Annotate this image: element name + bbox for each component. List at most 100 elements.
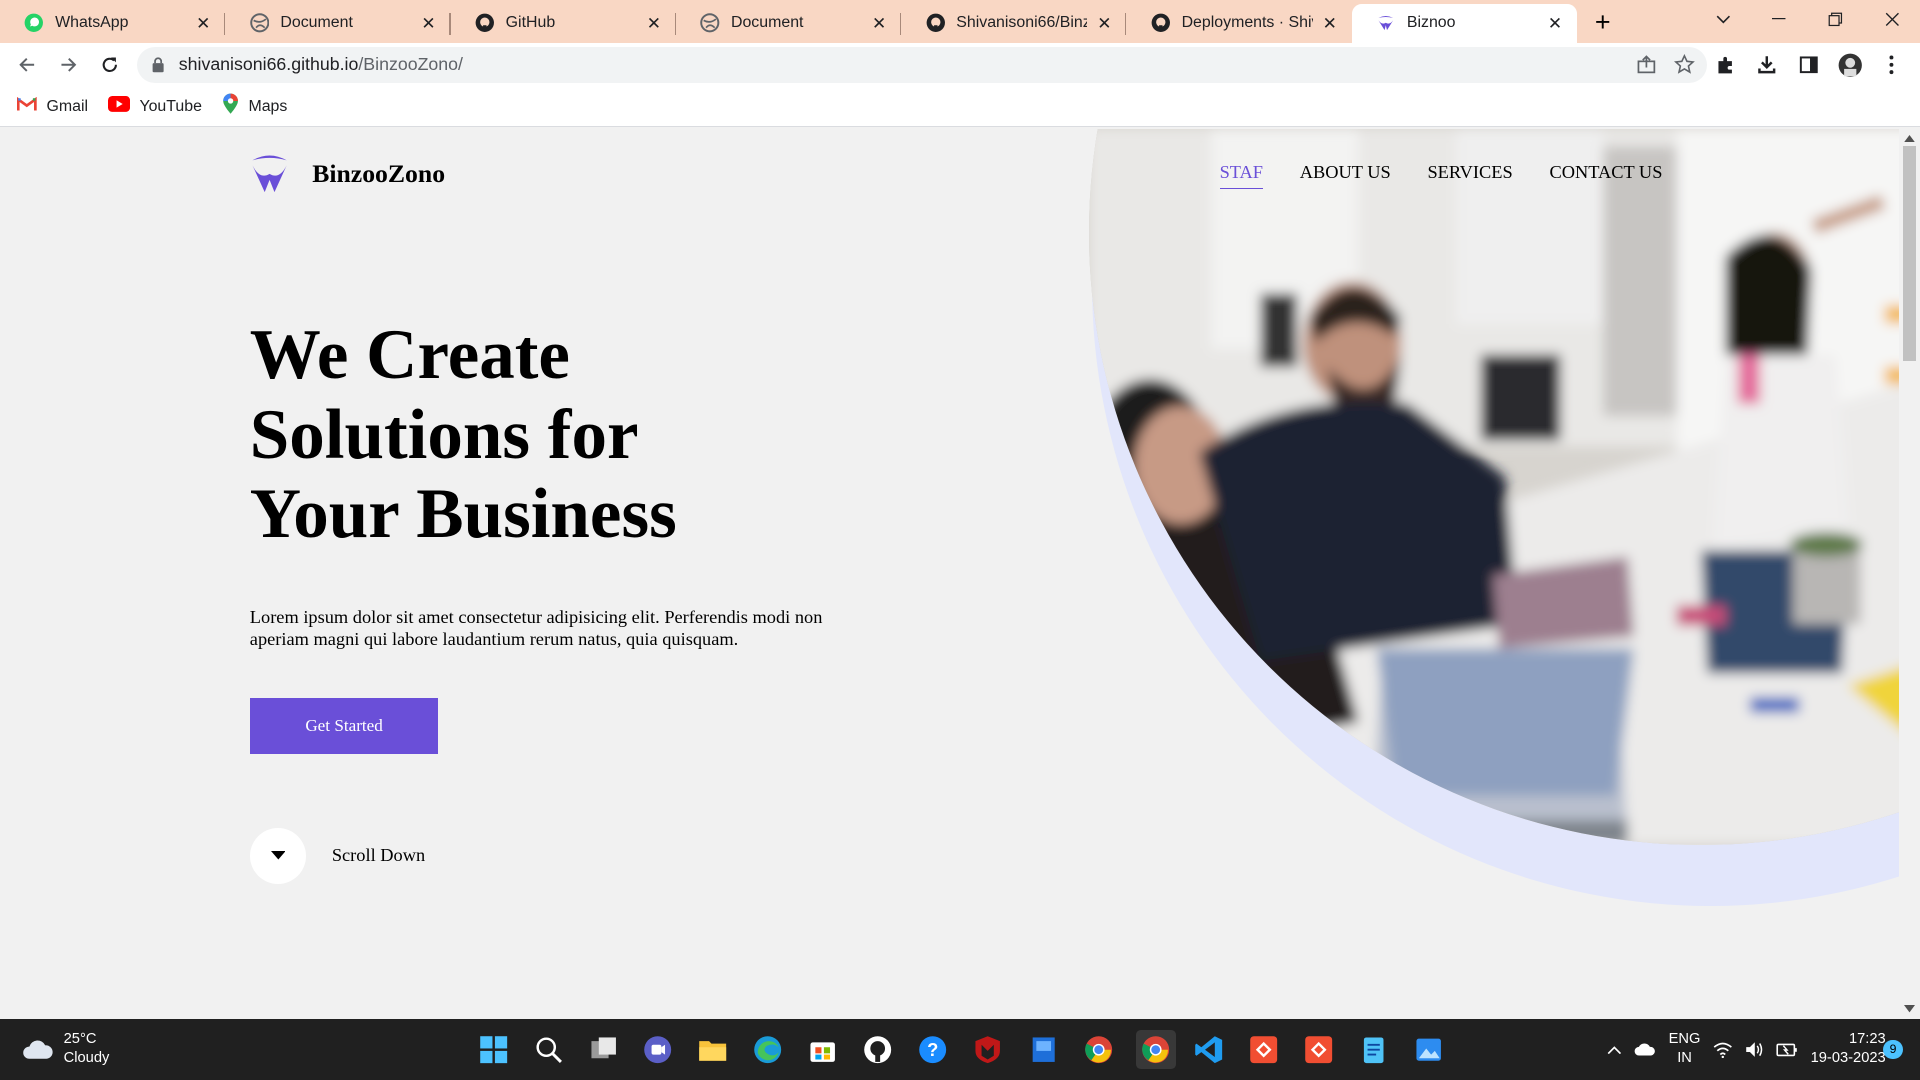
teams-chat-icon[interactable] [640, 1032, 674, 1066]
bookmark-label: Maps [248, 97, 288, 115]
address-bar[interactable]: shivanisoni66.github.io/BinzooZono/ [137, 46, 1707, 84]
volume-icon[interactable] [1745, 1041, 1765, 1058]
git-app-icon-2[interactable] [1302, 1032, 1336, 1066]
reload-icon[interactable] [91, 45, 130, 84]
nav-item-services[interactable]: SERVICES [1427, 162, 1512, 189]
photos-icon[interactable] [1412, 1032, 1446, 1066]
nav-item-about-us[interactable]: ABOUT US [1300, 162, 1391, 189]
start-icon[interactable] [476, 1032, 510, 1066]
bookmark-youtube[interactable]: YouTube [107, 96, 202, 117]
notification-badge[interactable]: 9 [1883, 1039, 1903, 1060]
wifi-icon[interactable] [1713, 1041, 1733, 1058]
tab-title: Shivanisoni66/BinzooZono [956, 14, 1088, 32]
weather-widget[interactable]: 25°C Cloudy [22, 1030, 109, 1069]
file-explorer-icon[interactable] [696, 1032, 730, 1066]
close-icon[interactable]: ✕ [419, 13, 439, 33]
tab-whatsapp[interactable]: WhatsApp ✕ [0, 4, 226, 43]
microsoft-store-icon[interactable] [806, 1032, 840, 1066]
tab-github[interactable]: GitHub ✕ [451, 4, 676, 43]
notepad-icon[interactable] [1357, 1032, 1391, 1066]
close-icon[interactable]: ✕ [1545, 13, 1565, 33]
url-host: shivanisoni66.github.io [178, 54, 359, 75]
tab-document-1[interactable]: Document ✕ [225, 4, 451, 43]
language-code: ENG [1668, 1030, 1701, 1047]
tab-github-repo[interactable]: Shivanisoni66/BinzooZono ✕ [901, 4, 1127, 43]
hero-title: We Create Solutions for Your Business [250, 316, 862, 555]
help-icon[interactable]: ? [916, 1032, 950, 1066]
scroll-down-label: Scroll Down [331, 845, 426, 866]
mcafee-icon[interactable] [971, 1032, 1005, 1066]
back-icon[interactable] [7, 45, 46, 84]
nav-item-contact-us[interactable]: CONTACT US [1549, 162, 1662, 189]
downloads-icon[interactable] [1749, 47, 1786, 84]
side-panel-icon[interactable] [1790, 47, 1827, 84]
tab-search-icon[interactable] [1695, 0, 1751, 39]
tab-title: Deployments · Shivanisoni66 [1181, 14, 1313, 32]
chrome-icon[interactable] [1081, 1032, 1115, 1066]
github-desktop-icon[interactable] [861, 1032, 895, 1066]
page-scrollbar[interactable] [1899, 128, 1920, 1019]
profile-avatar[interactable] [1832, 47, 1869, 84]
close-icon[interactable]: ✕ [644, 13, 664, 33]
github-icon [1151, 13, 1171, 33]
task-view-icon[interactable] [587, 1032, 621, 1066]
close-window-button[interactable] [1864, 0, 1920, 39]
share-icon[interactable] [1636, 54, 1657, 81]
scroll-down-arrow-icon[interactable] [1904, 1005, 1916, 1013]
new-tab-button[interactable]: + [1584, 4, 1621, 41]
hero-description: Lorem ipsum dolor sit amet consectetur a… [249, 607, 823, 650]
bookmark-star-icon[interactable] [1673, 53, 1695, 81]
vscode-icon[interactable] [1191, 1032, 1225, 1066]
git-app-icon[interactable] [1247, 1032, 1281, 1066]
tab-deployments[interactable]: Deployments · Shivanisoni66 ✕ [1126, 4, 1351, 43]
browser-tab-strip: WhatsApp ✕ Document ✕ GitHub ✕ Document [0, 0, 1920, 43]
language-indicator[interactable]: ENG IN [1669, 1030, 1701, 1069]
restore-button[interactable] [1807, 0, 1863, 39]
github-icon [926, 13, 946, 33]
reader-app-icon[interactable] [1026, 1032, 1060, 1066]
brand-name: BinzooZono [312, 158, 446, 188]
search-icon[interactable] [531, 1032, 565, 1066]
system-tray: ENG IN 17:23 19-03-2023 [1607, 1030, 1886, 1069]
battery-icon[interactable] [1776, 1042, 1798, 1057]
tab-document-2[interactable]: Document ✕ [676, 4, 902, 43]
site-logo-icon [1376, 13, 1396, 33]
tab-title: Document [730, 14, 804, 32]
lock-icon[interactable] [149, 57, 166, 73]
web-page: BinzooZono STAF ABOUT US SERVICES CONTAC… [0, 128, 1900, 1019]
site-logo[interactable]: BinzooZono [250, 153, 445, 195]
chrome-profile-icon[interactable] [1136, 1029, 1176, 1069]
close-icon[interactable]: ✕ [1320, 13, 1340, 33]
clock[interactable]: 17:23 19-03-2023 [1811, 1030, 1886, 1069]
tab-biznoo[interactable]: Biznoo ✕ [1351, 3, 1578, 43]
scroll-down[interactable]: Scroll Down [249, 827, 426, 885]
windows-taskbar: 25°C Cloudy ? ENG IN 17:23 19-03-2023 9 [0, 1018, 1920, 1080]
onedrive-cloud-icon[interactable] [1634, 1042, 1656, 1057]
close-icon[interactable]: ✕ [193, 13, 213, 33]
scroll-up-arrow-icon[interactable] [1904, 134, 1916, 143]
nav-item-staf[interactable]: STAF [1219, 162, 1264, 189]
hero-title-line: We Create [249, 315, 570, 394]
site-logo-icon [252, 155, 287, 193]
close-icon[interactable]: ✕ [1095, 13, 1115, 33]
menu-kebab-icon[interactable] [1874, 47, 1911, 84]
scroll-down-button[interactable] [249, 827, 307, 885]
browser-toolbar: shivanisoni66.github.io/BinzooZono/ [0, 42, 1920, 87]
hero-image [1088, 128, 1900, 845]
bookmark-maps[interactable]: Maps [222, 93, 288, 120]
url-path: /BinzooZono/ [358, 54, 463, 75]
edge-browser-icon[interactable] [751, 1032, 785, 1066]
close-icon[interactable]: ✕ [869, 13, 889, 33]
whatsapp-icon [24, 13, 44, 33]
bookmark-label: Gmail [46, 97, 89, 115]
scrollbar-thumb[interactable] [1902, 145, 1917, 362]
bookmark-gmail[interactable]: Gmail [17, 96, 89, 117]
globe-icon [250, 13, 270, 33]
chevron-up-icon[interactable] [1607, 1045, 1622, 1055]
extensions-icon[interactable] [1707, 47, 1744, 84]
minimize-button[interactable] [1751, 0, 1807, 39]
svg-text:?: ? [927, 1039, 938, 1060]
forward-icon[interactable] [49, 45, 88, 84]
get-started-button[interactable]: Get Started [249, 697, 439, 755]
youtube-icon [107, 96, 130, 117]
